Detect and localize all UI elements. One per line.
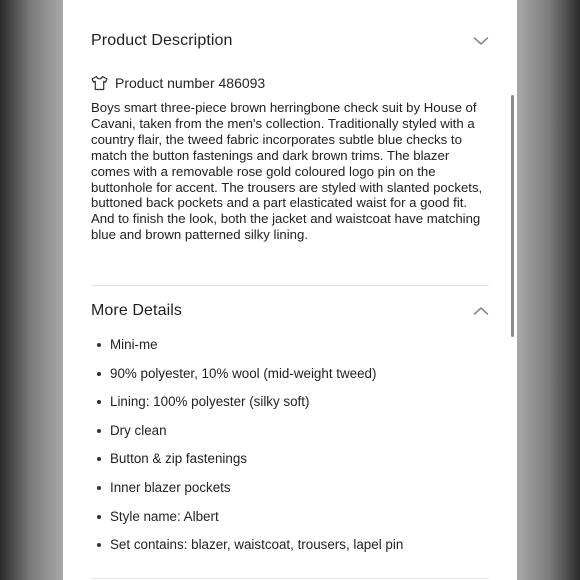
list-item: Inner blazer pockets <box>91 478 403 507</box>
product-number-text: Product number 486093 <box>115 75 266 91</box>
chevron-down-icon[interactable] <box>473 36 489 46</box>
bullet-icon <box>97 343 101 347</box>
scrollbar-thumb[interactable] <box>511 95 514 337</box>
t-shirt-icon <box>91 75 108 91</box>
bullet-icon <box>97 485 101 490</box>
list-item-text: Lining: 100% polyester (silky soft) <box>110 394 310 410</box>
list-item: Set contains: blazer, waistcoat, trouser… <box>91 535 403 564</box>
product-number-row: Product number 486093 <box>91 75 265 91</box>
list-item: Style name: Albert <box>91 507 403 536</box>
list-item: 90% polyester, 10% wool (mid-weight twee… <box>91 364 403 393</box>
bottom-divider <box>91 578 489 579</box>
list-item: Lining: 100% polyester (silky soft) <box>91 392 403 421</box>
list-item-text: Inner blazer pockets <box>110 479 231 495</box>
bullet-icon <box>97 400 101 405</box>
chevron-up-icon[interactable] <box>473 306 489 316</box>
list-item-text: Style name: Albert <box>110 508 219 524</box>
list-item: Mini-me <box>91 335 403 364</box>
list-item-text: Set contains: blazer, waistcoat, trouser… <box>110 537 404 553</box>
more-details-list: Mini-me 90% polyester, 10% wool (mid-wei… <box>91 335 403 564</box>
more-details-title: More Details <box>91 302 183 319</box>
bullet-icon <box>97 371 101 376</box>
product-info-panel: Product Description Product number 48609… <box>63 0 517 580</box>
list-item: Dry clean <box>91 421 403 450</box>
product-description-text: Boys smart three-piece brown herringbone… <box>91 100 483 243</box>
product-description-header[interactable]: Product Description <box>91 30 489 52</box>
list-item-text: Dry clean <box>110 422 167 438</box>
bullet-icon <box>97 514 101 519</box>
list-item-text: 90% polyester, 10% wool (mid-weight twee… <box>110 365 377 381</box>
list-item-text: Button & zip fastenings <box>110 451 247 467</box>
product-description-title: Product Description <box>91 32 233 49</box>
list-item: Button & zip fastenings <box>91 449 403 478</box>
bullet-icon <box>97 457 101 462</box>
list-item-text: Mini-me <box>110 337 158 352</box>
bullet-icon <box>97 543 101 548</box>
section-divider <box>91 285 489 286</box>
bullet-icon <box>97 428 101 433</box>
more-details-header[interactable]: More Details <box>91 300 489 322</box>
